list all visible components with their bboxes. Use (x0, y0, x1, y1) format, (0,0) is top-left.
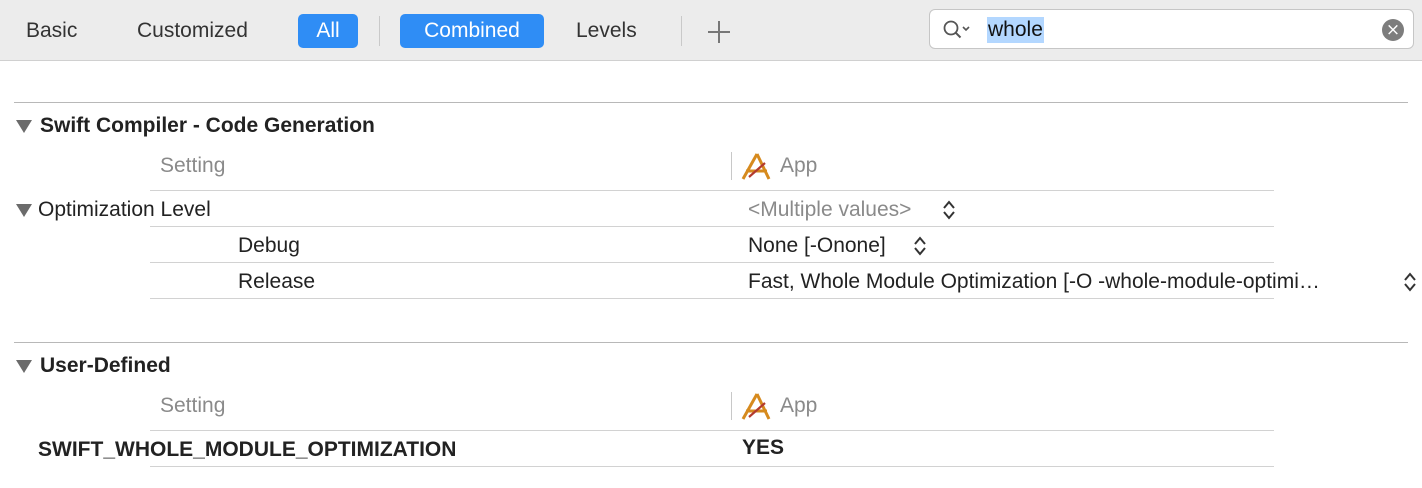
row-divider (150, 190, 1274, 191)
column-divider (731, 152, 732, 180)
section-divider (14, 102, 1408, 103)
tab-basic[interactable]: Basic (26, 14, 77, 48)
column-header-setting: Setting (160, 154, 226, 177)
disclosure-triangle-icon[interactable] (16, 204, 32, 217)
app-target-icon (741, 393, 771, 420)
column-header-target: App (780, 154, 818, 177)
tab-levels[interactable]: Levels (576, 14, 637, 48)
clear-circle-icon[interactable]: × (1382, 19, 1404, 41)
disclosure-triangle-icon[interactable] (16, 360, 32, 373)
row-divider (150, 298, 1274, 299)
stepper-chevron-icon[interactable] (1403, 271, 1417, 293)
filter-toolbar: Basic Customized All Combined Levels who… (0, 0, 1422, 61)
toolbar-divider (681, 16, 682, 46)
search-icon[interactable] (942, 19, 972, 41)
row-divider (150, 466, 1274, 467)
section-divider (14, 342, 1408, 343)
stepper-chevron-icon[interactable] (913, 235, 927, 257)
row-divider (150, 430, 1274, 431)
tab-customized[interactable]: Customized (137, 14, 248, 48)
plus-icon[interactable] (705, 18, 733, 46)
app-target-icon (741, 153, 771, 180)
setting-name[interactable]: Release (238, 269, 315, 295)
tab-all[interactable]: All (298, 14, 358, 48)
section-title: User-Defined (40, 354, 171, 377)
row-divider (150, 226, 1274, 227)
setting-name[interactable]: Debug (238, 233, 300, 259)
search-input[interactable]: whole (987, 17, 1044, 43)
column-header-setting: Setting (160, 394, 226, 417)
disclosure-triangle-icon[interactable] (16, 120, 32, 133)
row-divider (150, 262, 1274, 263)
setting-name[interactable]: Optimization Level (38, 197, 211, 223)
toolbar-divider (379, 16, 380, 46)
setting-value[interactable]: <Multiple values> (748, 197, 911, 223)
setting-name[interactable]: SWIFT_WHOLE_MODULE_OPTIMIZATION (38, 437, 456, 463)
tab-combined[interactable]: Combined (400, 14, 544, 48)
setting-value[interactable]: None [-Onone] (748, 233, 886, 259)
setting-value[interactable]: Fast, Whole Module Optimization [-O -who… (748, 269, 1388, 295)
column-divider (731, 392, 732, 420)
stepper-chevron-icon[interactable] (942, 199, 956, 221)
section-title: Swift Compiler - Code Generation (40, 114, 375, 137)
column-header-target: App (780, 394, 818, 417)
setting-value[interactable]: YES (742, 435, 784, 461)
search-field[interactable]: whole × (929, 9, 1414, 49)
